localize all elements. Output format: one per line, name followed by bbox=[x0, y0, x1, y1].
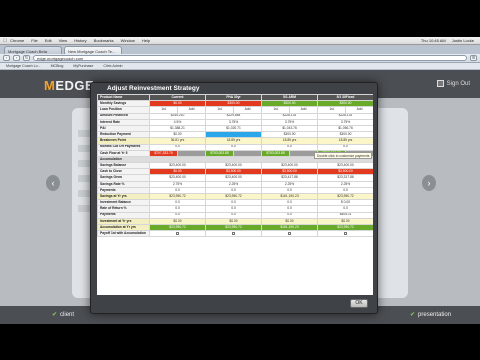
menubar-user[interactable]: Justin Locke bbox=[452, 38, 474, 43]
back-button[interactable]: ‹ bbox=[3, 55, 10, 61]
browser-tab[interactable]: Mortgage Coach Beta bbox=[4, 46, 62, 54]
signout-icon bbox=[436, 80, 444, 87]
next-arrow-icon[interactable]: › bbox=[422, 175, 436, 191]
letterbox-bottom bbox=[0, 324, 480, 360]
address-bar[interactable]: edge.mortgagecoach.com bbox=[33, 55, 467, 61]
check-icon: ✔ bbox=[410, 312, 416, 318]
bookmark-item[interactable]: MCBlog bbox=[51, 64, 64, 68]
prev-arrow-icon[interactable]: ‹ bbox=[46, 175, 60, 191]
check-icon: ✔ bbox=[52, 312, 58, 318]
ok-button[interactable]: OK bbox=[350, 299, 368, 308]
tooltip: Double click to customize payments bbox=[314, 152, 372, 159]
modal-title: Adjust Reinvestment Strategy bbox=[107, 85, 200, 92]
forward-button[interactable]: › bbox=[13, 55, 20, 61]
row-label: Payoff 1st with Accumulation bbox=[97, 230, 150, 238]
payoff-checkbox[interactable] bbox=[231, 231, 236, 235]
wrench-icon[interactable]: ☰ bbox=[470, 55, 477, 61]
bookmarks-bar: Mortgage Coach Lo... MCBlog MyPurchase C… bbox=[0, 63, 480, 70]
nav-presentation-button[interactable]: ✔ presentation bbox=[410, 311, 451, 318]
strategy-table-container: Product Name Current FHA 30yr 5/1 ARM 5/1 30… bbox=[97, 94, 373, 295]
menu-file[interactable]: File bbox=[31, 38, 37, 43]
table-row: Payoff 1st with Accumulation bbox=[97, 230, 373, 238]
nav-client-button[interactable]: ✔ client bbox=[52, 311, 74, 318]
menu-bookmarks[interactable]: Bookmarks bbox=[94, 38, 114, 43]
letterbox-top bbox=[0, 0, 480, 37]
menu-view[interactable]: View bbox=[59, 38, 68, 43]
menu-history[interactable]: History bbox=[74, 38, 86, 43]
payoff-checkbox[interactable] bbox=[287, 231, 292, 235]
bookmark-item[interactable]: MyPurchase bbox=[73, 64, 93, 68]
bookmark-item[interactable]: Citrix Admin bbox=[103, 64, 122, 68]
menubar-clock: Thu 10:45 AM bbox=[420, 38, 446, 43]
mac-menubar:  Chrome File Edit View History Bookmark… bbox=[0, 37, 480, 45]
strategy-table: Product Name Current FHA 30yr 5/1 ARM 5/1 30… bbox=[97, 94, 373, 238]
menu-help[interactable]: Help bbox=[142, 38, 150, 43]
payoff-checkbox-cell bbox=[261, 230, 319, 238]
reload-button[interactable]: ↻ bbox=[23, 55, 30, 61]
adjust-reinvestment-modal: Adjust Reinvestment Strategy Product Nam… bbox=[90, 82, 378, 314]
payoff-checkbox[interactable] bbox=[175, 231, 180, 235]
payoff-checkbox-cell bbox=[317, 230, 373, 238]
sign-out-button[interactable]: Sign Out bbox=[436, 80, 470, 87]
menu-chrome[interactable]: Chrome bbox=[10, 38, 24, 43]
browser-tab-active[interactable]: New Mortgage Coach Te... bbox=[64, 46, 122, 54]
screen:  Chrome File Edit View History Bookmark… bbox=[0, 0, 480, 360]
menu-window[interactable]: Window bbox=[121, 38, 135, 43]
payoff-checkbox-cell bbox=[149, 230, 206, 238]
bookmark-item[interactable]: Mortgage Coach Lo... bbox=[6, 64, 41, 68]
payoff-checkbox-cell bbox=[204, 230, 263, 238]
browser-tabstrip: Mortgage Coach Beta New Mortgage Coach T… bbox=[0, 45, 480, 54]
app-logo: MEDGE bbox=[44, 78, 95, 93]
menu-edit[interactable]: Edit bbox=[45, 38, 52, 43]
payoff-checkbox[interactable] bbox=[343, 231, 348, 235]
apple-icon[interactable]:  bbox=[0, 38, 10, 44]
browser-toolbar: ‹ › ↻ edge.mortgagecoach.com ☰ bbox=[0, 54, 480, 63]
